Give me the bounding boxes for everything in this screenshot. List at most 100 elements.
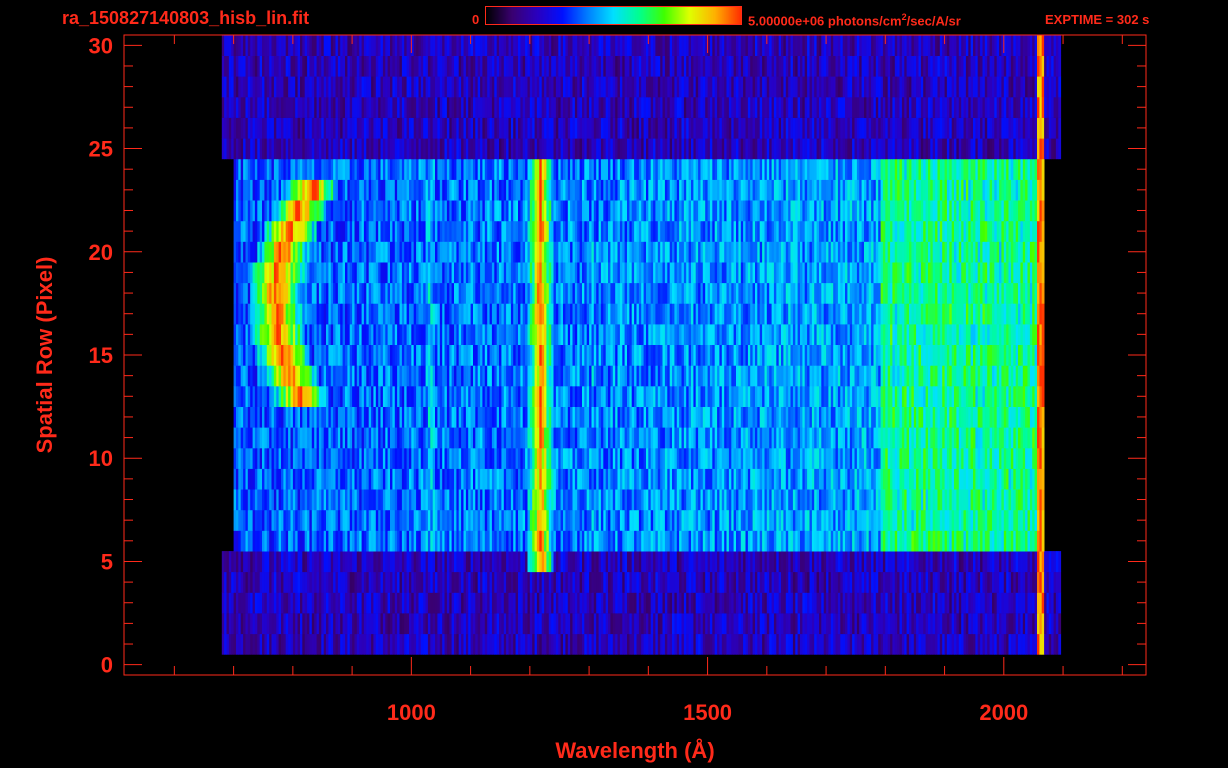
heatmap-cell (892, 571, 896, 593)
heatmap-cell (816, 365, 820, 387)
heatmap-cell (852, 551, 855, 573)
heatmap-cell (285, 427, 289, 449)
heatmap-cell (705, 468, 708, 490)
heatmap-cell (970, 613, 974, 635)
heatmap-cell (859, 551, 862, 573)
heatmap-cell (349, 509, 353, 531)
heatmap-cell (909, 633, 912, 655)
heatmap-cell (522, 509, 526, 531)
heatmap-cell (1027, 613, 1031, 635)
heatmap-cell (451, 365, 455, 387)
heatmap-cell (266, 613, 270, 635)
heatmap-cell (901, 489, 905, 511)
heatmap-cell (809, 406, 813, 428)
heatmap-cell (451, 344, 455, 366)
heatmap-cell (382, 447, 386, 469)
heatmap-cell (366, 447, 370, 469)
heatmap-cell (949, 633, 953, 655)
heatmap-cell (845, 551, 848, 573)
heatmap-cell (845, 633, 848, 655)
heatmap-cell (487, 530, 490, 552)
heatmap-cell (854, 633, 858, 655)
heatmap-cell (762, 365, 765, 387)
heatmap-cell (641, 406, 644, 428)
heatmap-cell (368, 571, 372, 593)
heatmap-cell (835, 509, 839, 531)
heatmap-cell (911, 571, 915, 593)
heatmap-cell (840, 406, 844, 428)
heatmap-cell (854, 386, 858, 407)
heatmap-cell (435, 406, 438, 428)
heatmap-cell (233, 613, 237, 635)
heatmap-cell (636, 365, 640, 387)
heatmap-cell (536, 468, 540, 490)
heatmap-cell (963, 386, 967, 407)
heatmap-cell (814, 613, 817, 635)
heatmap-cell (672, 613, 675, 635)
heatmap-cell (726, 551, 730, 573)
heatmap-cell (733, 530, 737, 552)
heatmap-cell (487, 592, 490, 614)
heatmap-cell (1001, 613, 1005, 635)
heatmap-cell (281, 468, 284, 490)
heatmap-cell (586, 530, 590, 552)
heatmap-cell (482, 468, 486, 490)
heatmap-cell (949, 592, 953, 614)
heatmap-cell (302, 427, 306, 449)
heatmap-cell (845, 386, 848, 407)
heatmap-cell (491, 509, 495, 531)
heatmap-cell (657, 509, 661, 531)
heatmap-cell (463, 386, 467, 407)
heatmap-cell (702, 386, 706, 407)
heatmap-cell (821, 406, 825, 428)
heatmap-cell (750, 489, 753, 511)
heatmap-cell (643, 571, 647, 593)
heatmap-cell (709, 447, 713, 469)
heatmap-cell (463, 571, 467, 593)
heatmap-cell (224, 613, 227, 635)
heatmap-cell (672, 551, 675, 573)
heatmap-cell (529, 365, 533, 387)
heatmap-cell (446, 633, 450, 655)
heatmap-cell (918, 489, 922, 511)
heatmap-cell (513, 571, 516, 593)
heatmap-cell (406, 509, 410, 531)
heatmap-cell (1034, 406, 1038, 428)
heatmap-cell (1037, 530, 1040, 552)
heatmap-cell (363, 551, 367, 573)
heatmap-cell (297, 489, 301, 511)
heatmap-cell (823, 489, 827, 511)
heatmap-cell (458, 489, 462, 511)
heatmap-cell (932, 386, 936, 407)
heatmap-cell (698, 489, 701, 511)
heatmap-cell (406, 406, 410, 428)
heatmap-cell (648, 592, 652, 614)
heatmap-cell (906, 365, 910, 387)
heatmap-cell (399, 468, 403, 490)
heatmap-cell (828, 592, 832, 614)
heatmap-cell (430, 427, 434, 449)
heatmap-cell (828, 530, 832, 552)
heatmap-cell (420, 633, 424, 655)
heatmap-cell (461, 427, 464, 449)
heatmap-cell (240, 406, 244, 428)
heatmap-cell (572, 613, 576, 635)
heatmap-cell (506, 571, 509, 593)
heatmap-cell (1018, 509, 1021, 531)
heatmap-cell (333, 530, 336, 552)
heatmap-cell (750, 530, 753, 552)
heatmap-cell (610, 509, 614, 531)
heatmap-cell (297, 344, 301, 366)
heatmap-cell (987, 447, 990, 469)
heatmap-cell (984, 530, 988, 552)
heatmap-cell (600, 406, 604, 428)
heatmap-cell (458, 613, 462, 635)
heatmap-cell (593, 633, 597, 655)
heatmap-cell (494, 427, 498, 449)
heatmap-cell (1034, 592, 1038, 614)
heatmap-cell (980, 386, 983, 407)
heatmap-cell (828, 571, 832, 593)
heatmap-cell (254, 571, 258, 593)
heatmap-cell (1051, 633, 1054, 655)
heatmap-cell (939, 530, 943, 552)
